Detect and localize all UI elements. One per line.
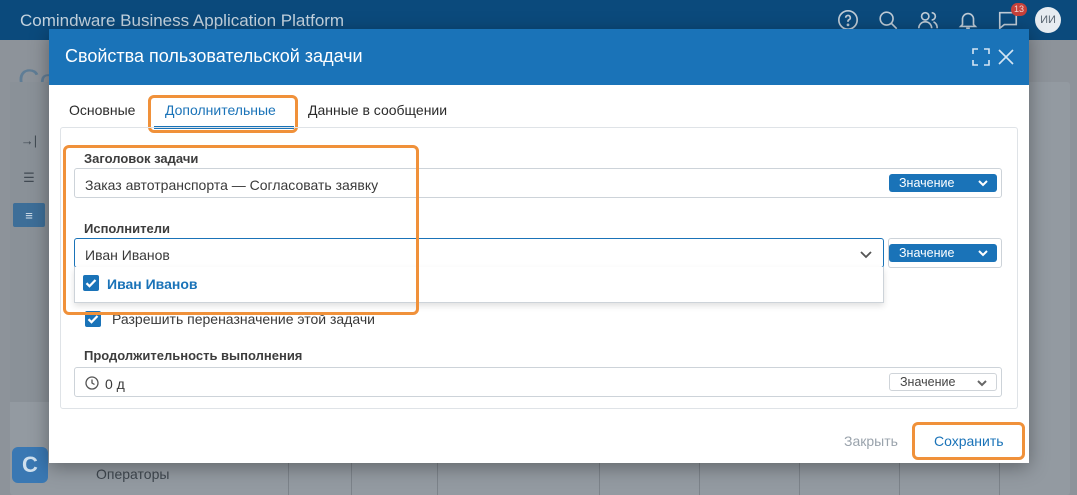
chevron-down-icon xyxy=(976,377,988,389)
assignees-mode-field: Значение xyxy=(888,238,1002,268)
duration-mode-button[interactable]: Значение xyxy=(889,373,997,391)
maximize-icon[interactable] xyxy=(971,47,991,67)
app-title: Comindware Business Application Platform xyxy=(20,11,345,30)
bg-operators-label: Операторы xyxy=(96,466,170,482)
fields-highlight-frame xyxy=(63,145,419,315)
dialog-title: Свойства пользовательской задачи xyxy=(65,46,363,66)
notification-badge: 13 xyxy=(1010,3,1027,16)
tab-main[interactable]: Основные xyxy=(69,102,135,118)
close-icon[interactable] xyxy=(996,47,1016,67)
duration-field[interactable]: 0 д Значение xyxy=(74,367,1002,397)
dialog-header: Свойства пользовательской задачи xyxy=(49,29,1029,85)
assignees-mode-label: Значение xyxy=(899,246,955,260)
duration-label: Продолжительность выполнения xyxy=(84,348,303,363)
save-highlight-frame xyxy=(912,422,1025,460)
chevron-down-icon xyxy=(977,177,989,189)
duration-value: 0 д xyxy=(105,376,125,392)
list-icon[interactable]: ≡ xyxy=(13,203,45,227)
task-title-mode-label: Значение xyxy=(899,176,955,190)
checklist-icon[interactable]: ☰ xyxy=(13,166,45,190)
task-properties-dialog: Свойства пользовательской задачи Основны… xyxy=(49,29,1029,463)
assignees-mode-button[interactable]: Значение xyxy=(889,244,997,262)
app-logo-icon: C xyxy=(12,447,48,483)
tab-message-data[interactable]: Данные в сообщении xyxy=(308,102,447,118)
clock-icon xyxy=(85,376,99,390)
chevron-down-icon[interactable] xyxy=(859,247,873,261)
collapse-icon[interactable]: →| xyxy=(13,128,45,152)
close-button[interactable]: Закрыть xyxy=(844,433,898,449)
user-avatar[interactable]: ИИ xyxy=(1035,7,1061,33)
chevron-down-icon xyxy=(977,247,989,259)
duration-mode-label: Значение xyxy=(900,375,956,389)
task-title-mode-button[interactable]: Значение xyxy=(889,174,997,192)
